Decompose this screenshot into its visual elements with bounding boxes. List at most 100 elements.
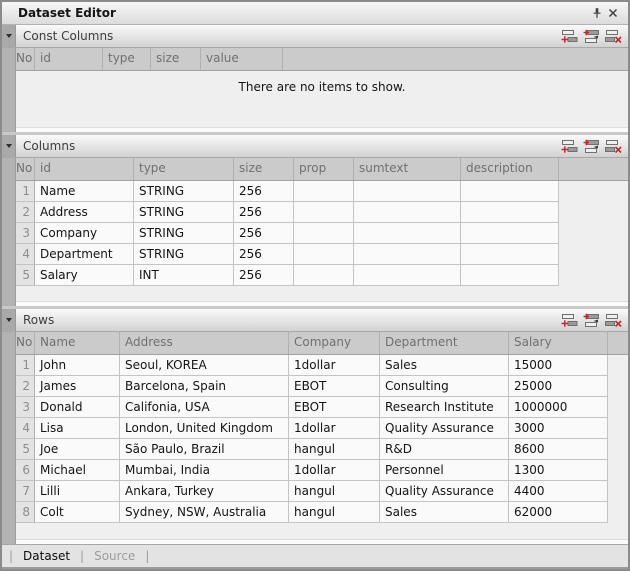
row-number-cell[interactable]: 7	[16, 481, 35, 502]
table-cell[interactable]	[354, 181, 461, 202]
table-cell[interactable]: James	[35, 376, 120, 397]
table-cell[interactable]: hangul	[289, 481, 380, 502]
table-cell[interactable]: John	[35, 355, 120, 376]
table-cell[interactable]: STRING	[134, 181, 234, 202]
table-cell[interactable]: STRING	[134, 223, 234, 244]
delete-row-icon[interactable]	[605, 139, 622, 154]
table-cell[interactable]: Sydney, NSW, Australia	[120, 502, 289, 523]
collapse-button[interactable]	[2, 135, 16, 157]
section-header-rows[interactable]: Rows	[2, 309, 628, 332]
table-cell[interactable]	[461, 181, 559, 202]
section-header-columns[interactable]: Columns	[2, 135, 628, 158]
tab-dataset[interactable]: Dataset	[15, 549, 78, 563]
table-cell[interactable]: Personnel	[380, 460, 509, 481]
table-cell[interactable]: 256	[234, 223, 294, 244]
table-cell[interactable]	[294, 265, 354, 286]
add-row-icon[interactable]	[561, 313, 578, 328]
table-cell[interactable]	[294, 244, 354, 265]
row-number-cell[interactable]: 4	[16, 418, 35, 439]
table-cell[interactable]: Michael	[35, 460, 120, 481]
table-cell[interactable]: Lilli	[35, 481, 120, 502]
table-cell[interactable]	[461, 223, 559, 244]
table-cell[interactable]: Quality Assurance	[380, 418, 509, 439]
table-cell[interactable]: STRING	[134, 202, 234, 223]
insert-row-icon[interactable]	[583, 313, 600, 328]
table-cell[interactable]: 256	[234, 202, 294, 223]
row-number-cell[interactable]: 2	[16, 202, 35, 223]
table-cell[interactable]: Seoul, KOREA	[120, 355, 289, 376]
collapse-button[interactable]	[2, 25, 16, 47]
table-cell[interactable]: R&D	[380, 439, 509, 460]
table-cell[interactable]: 1dollar	[289, 460, 380, 481]
row-number-cell[interactable]: 8	[16, 502, 35, 523]
table-cell[interactable]: INT	[134, 265, 234, 286]
row-number-cell[interactable]: 3	[16, 397, 35, 418]
table-cell[interactable]	[461, 244, 559, 265]
tab-source[interactable]: Source	[86, 549, 143, 563]
table-cell[interactable]: EBOT	[289, 397, 380, 418]
table-cell[interactable]: 1dollar	[289, 355, 380, 376]
table-cell[interactable]: 3000	[509, 418, 608, 439]
table-cell[interactable]: 256	[234, 244, 294, 265]
table-cell[interactable]: São Paulo, Brazil	[120, 439, 289, 460]
table-cell[interactable]	[294, 223, 354, 244]
section-header-const-columns[interactable]: Const Columns	[2, 25, 628, 48]
row-number-cell[interactable]: 2	[16, 376, 35, 397]
table-cell[interactable]: 25000	[509, 376, 608, 397]
pin-icon[interactable]	[589, 5, 605, 21]
table-cell[interactable]: Company	[35, 223, 134, 244]
table-cell[interactable]: Quality Assurance	[380, 481, 509, 502]
row-number-cell[interactable]: 1	[16, 355, 35, 376]
table-cell[interactable]: Department	[35, 244, 134, 265]
table-cell[interactable]: 15000	[509, 355, 608, 376]
table-cell[interactable]: Lisa	[35, 418, 120, 439]
insert-row-icon[interactable]	[583, 29, 600, 44]
row-number-cell[interactable]: 5	[16, 439, 35, 460]
table-cell[interactable]: Address	[35, 202, 134, 223]
table-cell[interactable]: Califonia, USA	[120, 397, 289, 418]
table-cell[interactable]	[354, 244, 461, 265]
table-cell[interactable]	[294, 181, 354, 202]
table-cell[interactable]	[461, 265, 559, 286]
table-cell[interactable]: Donald	[35, 397, 120, 418]
row-number-cell[interactable]: 5	[16, 265, 35, 286]
close-icon[interactable]	[605, 5, 621, 21]
row-number-cell[interactable]: 6	[16, 460, 35, 481]
table-cell[interactable]	[461, 202, 559, 223]
table-cell[interactable]: Sales	[380, 355, 509, 376]
table-cell[interactable]: 62000	[509, 502, 608, 523]
table-cell[interactable]: STRING	[134, 244, 234, 265]
table-cell[interactable]: Joe	[35, 439, 120, 460]
table-cell[interactable]: hangul	[289, 439, 380, 460]
table-cell[interactable]: 1dollar	[289, 418, 380, 439]
row-number-cell[interactable]: 4	[16, 244, 35, 265]
table-cell[interactable]: 4400	[509, 481, 608, 502]
table-cell[interactable]: hangul	[289, 502, 380, 523]
table-cell[interactable]	[354, 265, 461, 286]
insert-row-icon[interactable]	[583, 139, 600, 154]
table-cell[interactable]: 1000000	[509, 397, 608, 418]
table-cell[interactable]: Name	[35, 181, 134, 202]
table-cell[interactable]: Salary	[35, 265, 134, 286]
table-cell[interactable]: 8600	[509, 439, 608, 460]
table-cell[interactable]: London, United Kingdom	[120, 418, 289, 439]
table-cell[interactable]: Colt	[35, 502, 120, 523]
table-cell[interactable]: Sales	[380, 502, 509, 523]
table-cell[interactable]: 256	[234, 265, 294, 286]
table-cell[interactable]: Research Institute	[380, 397, 509, 418]
table-cell[interactable]: Ankara, Turkey	[120, 481, 289, 502]
table-cell[interactable]: 256	[234, 181, 294, 202]
table-cell[interactable]	[354, 223, 461, 244]
table-cell[interactable]: EBOT	[289, 376, 380, 397]
row-number-cell[interactable]: 1	[16, 181, 35, 202]
delete-row-icon[interactable]	[605, 29, 622, 44]
table-cell[interactable]	[354, 202, 461, 223]
collapse-button[interactable]	[2, 309, 16, 331]
add-row-icon[interactable]	[561, 139, 578, 154]
table-cell[interactable]: Barcelona, Spain	[120, 376, 289, 397]
delete-row-icon[interactable]	[605, 313, 622, 328]
add-row-icon[interactable]	[561, 29, 578, 44]
table-cell[interactable]: Consulting	[380, 376, 509, 397]
table-cell[interactable]	[294, 202, 354, 223]
row-number-cell[interactable]: 3	[16, 223, 35, 244]
